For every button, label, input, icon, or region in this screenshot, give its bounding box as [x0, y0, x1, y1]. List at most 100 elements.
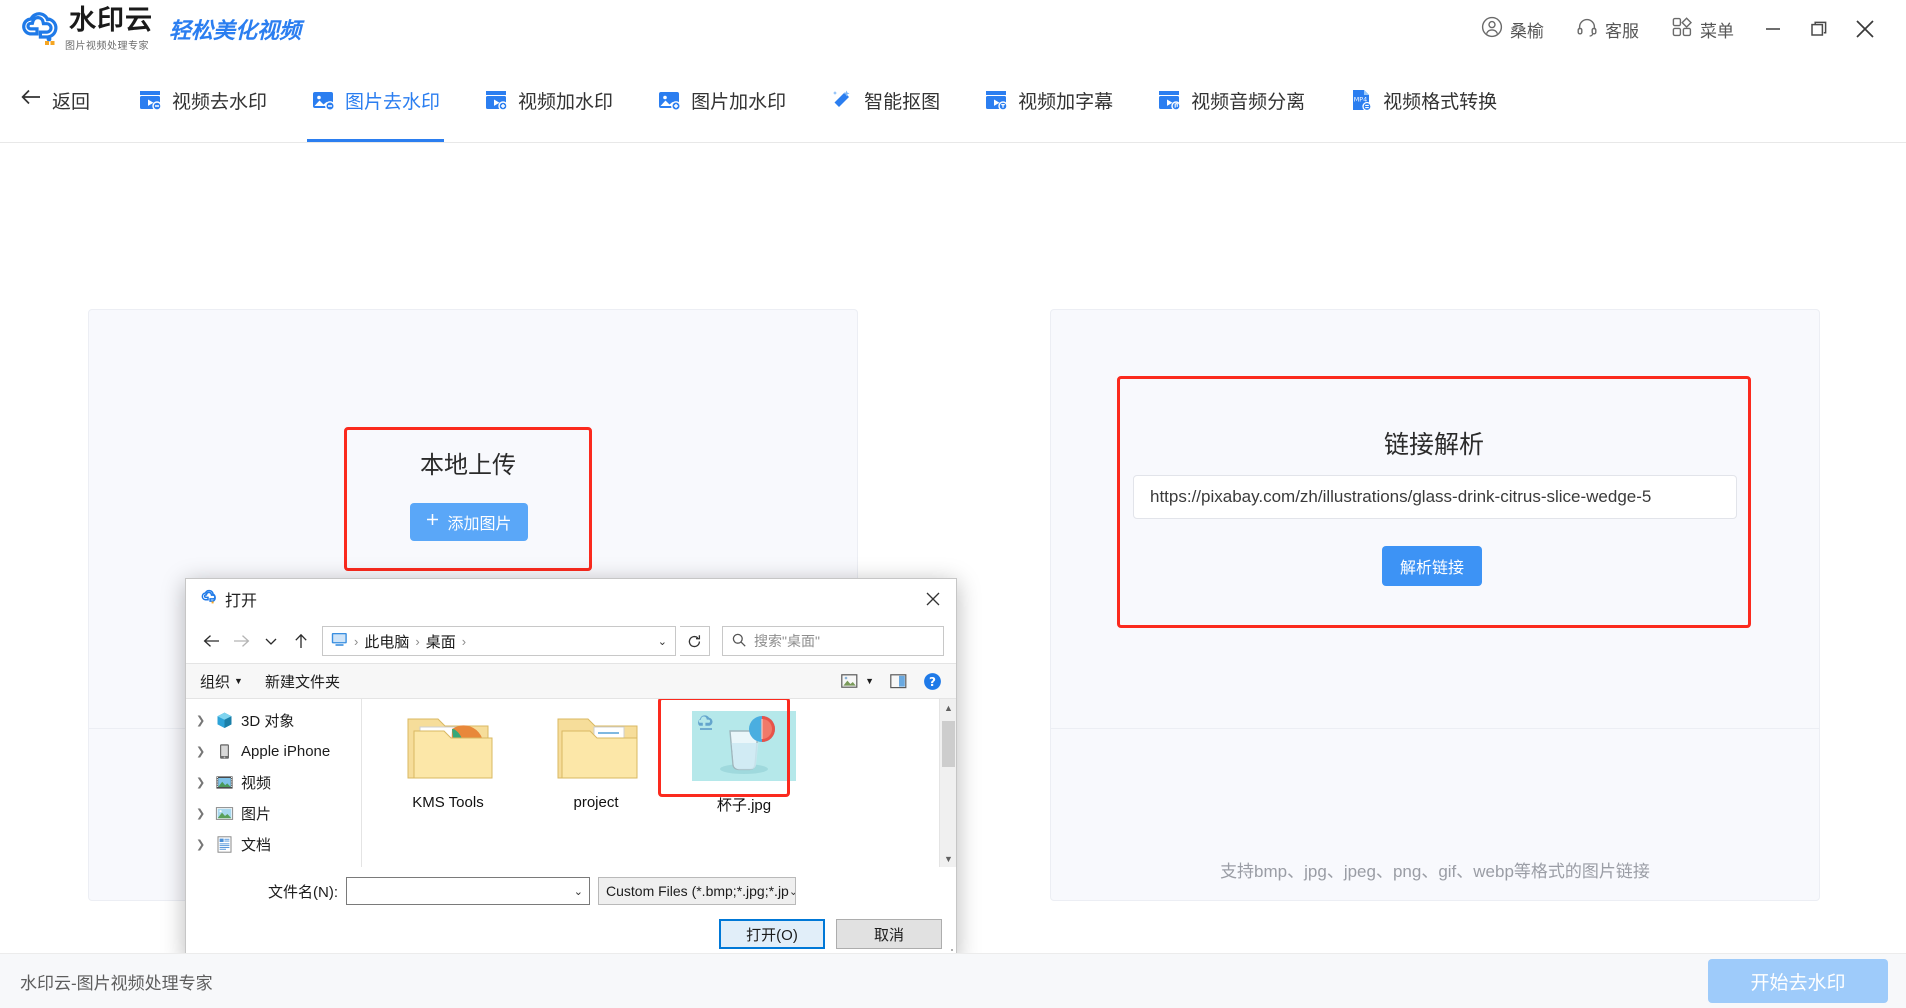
nav-item-label: 智能抠图 [864, 91, 941, 113]
filetype-dropdown-icon[interactable]: ⌄ [789, 885, 795, 898]
file-name-label: KMS Tools [412, 794, 484, 811]
url-input[interactable] [1133, 475, 1737, 519]
tree-item-videos[interactable]: ❯ 视频 [186, 767, 361, 798]
organize-label: 组织 [200, 673, 231, 691]
help-icon[interactable]: ? [923, 672, 942, 691]
dialog-file-list[interactable]: KMS Tools project 杯子.jpg ▲ ▼ [362, 699, 956, 867]
tree-item-documents[interactable]: ❯ 文档 [186, 829, 361, 860]
scroll-down-arrow-icon[interactable]: ▼ [940, 850, 956, 867]
tree-item-label: 视频 [241, 775, 272, 792]
tree-item-apple-iphone[interactable]: ❯ Apple iPhone [186, 736, 361, 767]
breadcrumb-item-desktop[interactable]: 桌面 [426, 631, 456, 652]
scrollbar-thumb[interactable] [942, 721, 955, 767]
dialog-footer: 文件名(N): ⌄ Custom Files (*.bmp;*.jpg;*.jp… [186, 867, 956, 961]
breadcrumb-dropdown-icon[interactable]: ⌄ [658, 635, 667, 648]
dialog-forward-button[interactable] [228, 626, 254, 656]
add-image-label: 添加图片 [447, 516, 512, 533]
this-pc-icon [331, 632, 348, 651]
chevron-right-icon[interactable]: ❯ [196, 776, 208, 789]
menu-button[interactable]: 菜单 [1655, 16, 1750, 43]
user-circle-icon [1481, 16, 1503, 43]
chevron-right-icon[interactable]: ❯ [196, 838, 208, 851]
video-subtitle-icon [984, 88, 1008, 112]
file-item-project[interactable]: project [522, 705, 670, 811]
brand-subtitle: 图片视频处理专家 [65, 40, 149, 52]
chevron-right-icon[interactable]: ❯ [196, 807, 208, 820]
nav-item-video-format-convert[interactable]: MP4 视频格式转换 [1327, 58, 1519, 142]
dialog-search-box[interactable]: 搜索"桌面" [722, 626, 944, 656]
device-icon [215, 742, 234, 761]
tree-item-label: 图片 [241, 806, 272, 823]
dialog-refresh-button[interactable] [680, 626, 710, 656]
headset-icon [1576, 16, 1598, 43]
dialog-up-button[interactable] [288, 626, 314, 656]
cancel-button[interactable]: 取消 [836, 919, 942, 949]
chevron-right-icon[interactable]: ❯ [196, 745, 208, 758]
plus-icon [426, 513, 439, 531]
breadcrumb-item-this-pc[interactable]: 此电脑 [364, 631, 409, 652]
back-button[interactable]: 返回 [20, 58, 90, 142]
parse-link-label: 解析链接 [1399, 560, 1464, 577]
nav-item-video-remove-watermark[interactable]: 视频去水印 [116, 58, 289, 142]
support-button[interactable]: 客服 [1560, 16, 1655, 43]
header-actions: 桑榆 客服 菜单 [1465, 6, 1888, 52]
close-button[interactable] [1842, 6, 1888, 52]
filename-dropdown-icon[interactable]: ⌄ [574, 885, 583, 898]
dialog-body: ❯ 3D 对象 ❯ Apple iPhone ❯ 视频 ❯ 图片 ❯ 文档 KM… [186, 699, 956, 867]
nav-item-label: 视频格式转换 [1383, 91, 1498, 113]
filename-label: 文件名(N): [268, 883, 338, 901]
dialog-back-button[interactable] [198, 626, 224, 656]
preview-pane-icon[interactable] [890, 673, 907, 689]
maximize-button[interactable] [1796, 6, 1842, 52]
dialog-toolbar-right: ▼ ? [841, 672, 942, 691]
panel-divider [1051, 728, 1819, 729]
image-remove-watermark-icon [311, 88, 335, 112]
user-account-button[interactable]: 桑榆 [1465, 16, 1560, 43]
url-input-wrap[interactable] [1133, 475, 1737, 519]
file-list-scrollbar[interactable]: ▲ ▼ [939, 699, 956, 867]
dialog-close-button[interactable] [910, 579, 956, 619]
3d-objects-icon [215, 711, 234, 730]
chevron-down-icon: ▼ [865, 676, 874, 686]
open-button[interactable]: 打开(O) [719, 919, 825, 949]
back-label: 返回 [52, 91, 91, 113]
grid-menu-icon [1671, 16, 1693, 43]
parse-link-button[interactable]: 解析链接 [1382, 546, 1482, 586]
dialog-breadcrumb[interactable]: › 此电脑 › 桌面 › ⌄ [322, 626, 676, 656]
organize-button[interactable]: 组织 ▼ [200, 671, 243, 692]
breadcrumb-separator: › [461, 633, 467, 649]
nav-item-video-subtitle[interactable]: 视频加字幕 [962, 58, 1135, 142]
chevron-right-icon[interactable]: ❯ [196, 714, 208, 727]
support-label: 客服 [1605, 21, 1639, 41]
arrow-left-icon [20, 87, 42, 113]
dialog-address-bar: › 此电脑 › 桌面 › ⌄ 搜索"桌面" [186, 619, 956, 663]
dialog-title-label: 打开 [225, 593, 258, 610]
minimize-button[interactable] [1750, 6, 1796, 52]
chevron-down-icon: ▼ [234, 676, 243, 686]
nav-item-image-remove-watermark[interactable]: 图片去水印 [289, 58, 462, 142]
video-add-watermark-icon [484, 88, 508, 112]
nav-item-video-add-watermark[interactable]: 视频加水印 [462, 58, 635, 142]
nav-item-smart-cutout[interactable]: 智能抠图 [808, 58, 962, 142]
filename-row: 文件名(N): ⌄ Custom Files (*.bmp;*.jpg;*.jp… [200, 877, 942, 905]
supported-formats-hint: 支持bmp、jpg、jpeg、png、gif、webp等格式的图片链接 [1220, 862, 1650, 881]
svg-text:?: ? [929, 675, 936, 689]
start-remove-watermark-button[interactable]: 开始去水印 [1708, 959, 1888, 1003]
brand-name: 水印云 [69, 4, 153, 35]
breadcrumb-separator: › [354, 633, 359, 649]
menu-label: 菜单 [1700, 21, 1734, 41]
view-mode-icon[interactable]: ▼ [841, 673, 874, 689]
new-folder-button[interactable]: 新建文件夹 [265, 671, 340, 692]
add-image-button[interactable]: 添加图片 [410, 503, 528, 541]
tree-item-label: 3D 对象 [241, 713, 295, 730]
nav-item-image-add-watermark[interactable]: 图片加水印 [635, 58, 808, 142]
filetype-select[interactable]: Custom Files (*.bmp;*.jpg;*.jp ⌄ [598, 877, 796, 905]
nav-item-video-audio-split[interactable]: 视频音频分离 [1135, 58, 1327, 142]
tree-item-pictures[interactable]: ❯ 图片 [186, 798, 361, 829]
scroll-up-arrow-icon[interactable]: ▲ [940, 699, 956, 716]
file-item-kms-tools[interactable]: KMS Tools [374, 705, 522, 811]
filename-input[interactable]: ⌄ [346, 877, 590, 905]
tree-item-3d-objects[interactable]: ❯ 3D 对象 [186, 705, 361, 736]
user-name-label: 桑榆 [1510, 21, 1544, 41]
dialog-history-dropdown[interactable] [258, 626, 284, 656]
